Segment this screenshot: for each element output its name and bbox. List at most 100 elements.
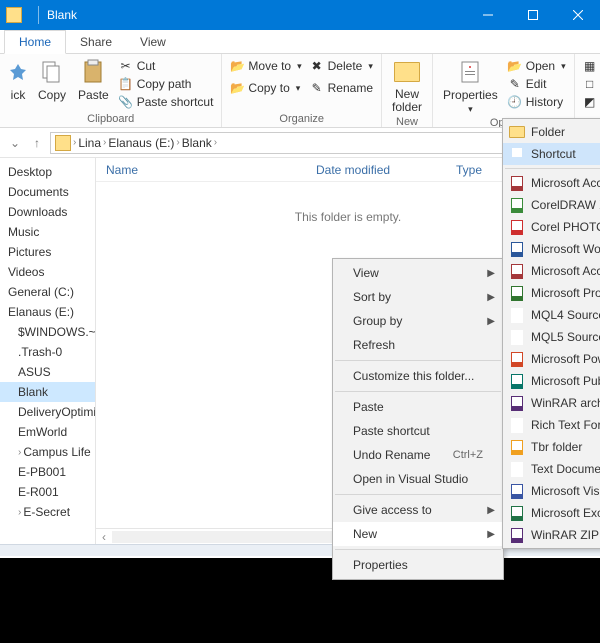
paste-shortcut-icon: 📎	[119, 95, 133, 109]
ctx-properties[interactable]: Properties	[333, 553, 503, 577]
tree-item[interactable]: Music	[0, 222, 95, 242]
ctx-customize[interactable]: Customize this folder...	[333, 364, 503, 388]
tree-item-label: Desktop	[8, 165, 52, 179]
tree-item[interactable]: DeliveryOptimi	[0, 402, 95, 422]
invert-selection-button[interactable]: ◩Invert selecti	[581, 94, 600, 110]
open-button[interactable]: 📂Open▾	[506, 58, 568, 74]
maximize-button[interactable]	[510, 0, 555, 30]
new-submenu-item[interactable]: Corel PHOTO-P	[503, 216, 600, 238]
new-submenu-item[interactable]: Microsoft Proje	[503, 282, 600, 304]
tree-item[interactable]: Documents	[0, 182, 95, 202]
tree-item[interactable]: Pictures	[0, 242, 95, 262]
ctx-group-by[interactable]: Group by▶	[333, 309, 503, 333]
tree-item[interactable]: E-R001	[0, 482, 95, 502]
col-date[interactable]: Date modified	[306, 163, 446, 177]
tree-item[interactable]: ›Campus Life	[0, 442, 95, 462]
new-submenu-item[interactable]: Microsoft Excel	[503, 502, 600, 524]
submenu-item-label: WinRAR archive	[531, 396, 600, 410]
ctx-refresh[interactable]: Refresh	[333, 333, 503, 357]
properties-button[interactable]: Properties ▾	[437, 56, 504, 117]
tree-item[interactable]: Desktop	[0, 162, 95, 182]
history-button[interactable]: 🕘History	[506, 94, 568, 110]
tree-item[interactable]: General (C:)	[0, 282, 95, 302]
submenu-item-label: CorelDRAW X7	[531, 198, 600, 212]
tree-item[interactable]: ASUS	[0, 362, 95, 382]
new-submenu-item[interactable]: Shortcut	[503, 143, 600, 165]
chevron-right-icon: ▶	[487, 529, 495, 540]
tree-item[interactable]: EmWorld	[0, 422, 95, 442]
paste-shortcut-button[interactable]: 📎Paste shortcut	[117, 94, 216, 110]
ctx-give-access[interactable]: Give access to▶	[333, 498, 503, 522]
tree-item[interactable]: Downloads	[0, 202, 95, 222]
tree-item[interactable]: .Trash-0	[0, 342, 95, 362]
cut-button[interactable]: ✂Cut	[117, 58, 216, 74]
select-all-button[interactable]: ▦Select all	[581, 58, 600, 74]
titlebar[interactable]: Blank	[0, 0, 600, 30]
new-submenu-item[interactable]: Microsoft Word	[503, 238, 600, 260]
ctx-sort-by[interactable]: Sort by▶	[333, 285, 503, 309]
breadcrumb-seg[interactable]: Blank	[182, 136, 212, 150]
new-submenu-item[interactable]: Microsoft Visio	[503, 480, 600, 502]
doc-icon	[509, 417, 525, 433]
quick-access-button[interactable]: ick	[4, 56, 32, 104]
copy-to-button[interactable]: 📂Copy to▾	[228, 80, 303, 96]
submenu-item-label: Microsoft Proje	[531, 286, 600, 300]
delete-button[interactable]: ✖Delete▾	[308, 58, 375, 74]
new-submenu-item[interactable]: MQL5 Source F	[503, 326, 600, 348]
new-submenu-item[interactable]: Microsoft Powe	[503, 348, 600, 370]
new-submenu-item[interactable]: WinRAR archive	[503, 392, 600, 414]
tree-item-label: EmWorld	[18, 425, 67, 439]
move-to-button[interactable]: 📂Move to▾	[228, 58, 303, 74]
new-submenu[interactable]: FolderShortcut Microsoft Acce CorelDRAW X7…	[502, 118, 600, 549]
new-submenu-item[interactable]: MQL4 Source F	[503, 304, 600, 326]
access-icon	[509, 175, 525, 191]
context-menu[interactable]: View▶ Sort by▶ Group by▶ Refresh Customi…	[332, 258, 504, 580]
nav-recent-button[interactable]: ⌄	[6, 134, 24, 152]
tree-item[interactable]: E-PB001	[0, 462, 95, 482]
tree-item[interactable]: Videos	[0, 262, 95, 282]
tree-item-label: Campus Life	[23, 445, 90, 459]
ctx-new[interactable]: New▶	[333, 522, 503, 546]
new-submenu-item[interactable]: WinRAR ZIP arch	[503, 524, 600, 546]
explorer-window: Blank Home Share View ick Copy	[0, 0, 600, 558]
minimize-button[interactable]	[465, 0, 510, 30]
tab-view[interactable]: View	[126, 31, 180, 53]
breadcrumb-seg[interactable]: Lina	[78, 136, 101, 150]
copy-button[interactable]: Copy	[32, 56, 72, 104]
ctx-open-vs[interactable]: Open in Visual Studio	[333, 467, 503, 491]
nav-tree[interactable]: Desktop DocumentsDownloadsMusicPicturesVi…	[0, 158, 96, 544]
separator	[335, 549, 501, 550]
new-submenu-item[interactable]: Folder	[503, 121, 600, 143]
rename-button[interactable]: ✎Rename	[308, 80, 375, 96]
new-submenu-item[interactable]: Microsoft Acce	[503, 172, 600, 194]
new-submenu-item[interactable]: Microsoft Acce	[503, 260, 600, 282]
nav-up-button[interactable]: ↑	[28, 134, 46, 152]
ctx-view[interactable]: View▶	[333, 261, 503, 285]
select-none-button[interactable]: □Select none	[581, 76, 600, 92]
tab-share[interactable]: Share	[66, 31, 126, 53]
tree-item[interactable]: Blank	[0, 382, 95, 402]
tree-item[interactable]: ›E-Secret	[0, 502, 95, 522]
new-submenu-item[interactable]: Text Document	[503, 458, 600, 480]
tab-home[interactable]: Home	[4, 30, 66, 54]
col-name[interactable]: Name	[96, 163, 306, 177]
tree-item[interactable]: $WINDOWS.~1	[0, 322, 95, 342]
edit-button[interactable]: ✎Edit	[506, 76, 568, 92]
tree-item[interactable]: Elanaus (E:)	[0, 302, 95, 322]
new-submenu-item[interactable]: Tbr folder	[503, 436, 600, 458]
close-button[interactable]	[555, 0, 600, 30]
submenu-item-label: WinRAR ZIP arch	[531, 528, 600, 542]
scroll-left-icon[interactable]: ‹	[96, 530, 112, 544]
new-submenu-item[interactable]: CorelDRAW X7	[503, 194, 600, 216]
new-submenu-item[interactable]: Rich Text Forma	[503, 414, 600, 436]
ctx-undo-rename[interactable]: Undo RenameCtrl+Z	[333, 443, 503, 467]
new-folder-button[interactable]: New folder	[386, 56, 428, 116]
copy-path-button[interactable]: 📋Copy path	[117, 76, 216, 92]
col-type[interactable]: Type	[446, 163, 492, 177]
submenu-item-label: Corel PHOTO-P	[531, 220, 600, 234]
paste-button[interactable]: Paste	[72, 56, 115, 104]
open-icon: 📂	[508, 59, 522, 73]
new-submenu-item[interactable]: Microsoft Publi	[503, 370, 600, 392]
chevron-right-icon: ▶	[487, 268, 495, 279]
breadcrumb-seg[interactable]: Elanaus (E:)	[108, 136, 174, 150]
